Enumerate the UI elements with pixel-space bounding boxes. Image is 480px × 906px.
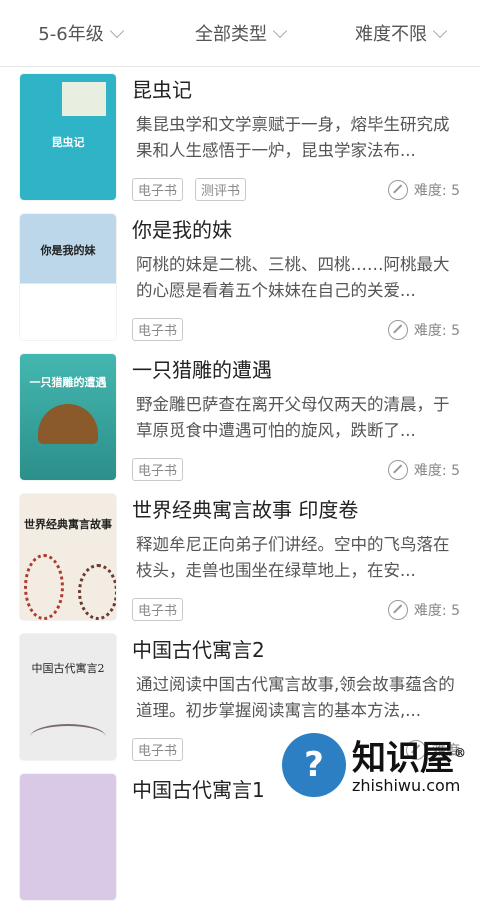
chevron-down-icon (109, 23, 124, 38)
book-cover (20, 774, 116, 900)
book-title: 昆虫记 (132, 78, 192, 102)
book-desc: 释迦牟尼正向弟子们讲经。空中的飞鸟落在枝头，走兽也围坐在绿草地上，在安... (136, 535, 450, 580)
type-filter-label: 全部类型 (195, 24, 267, 45)
type-filter[interactable]: 全部类型 (160, 0, 320, 66)
chevron-down-icon (432, 23, 448, 38)
book-title: 你是我的妹 (132, 218, 232, 242)
book-cover: 世界经典寓言故事 (20, 494, 116, 620)
difficulty-label: 难度: 5 (413, 183, 460, 199)
difficulty: 难度: 5 (387, 320, 460, 340)
difficulty-filter[interactable]: 难度不限 (320, 0, 480, 66)
difficulty-icon (387, 180, 408, 200)
difficulty-filter-label: 难度不限 (355, 24, 427, 45)
question-icon: ? (282, 733, 346, 797)
filter-bar: 5-6年级 全部类型 难度不限 (0, 0, 480, 67)
watermark-en: zhishiwu.com (352, 776, 461, 796)
book-desc: 通过阅读中国古代寓言故事,领会故事蕴含的道理。初步掌握阅读寓言的基本方法,... (136, 675, 455, 720)
difficulty: 难度: 5 (387, 180, 460, 200)
difficulty: 难度: 5 (387, 600, 460, 620)
book-desc: 野金雕巴萨查在离开父母仅两天的清晨，于草原觅食中遭遇可怕的旋风，跌断了... (136, 395, 450, 440)
book-cover: 中国古代寓言2 (20, 634, 116, 760)
tag-list: 电子书 (132, 458, 184, 481)
cover-title: 你是我的妹 (40, 244, 96, 257)
difficulty-icon (387, 600, 408, 620)
book-desc: 阿桃的妹是二桃、三桃、四桃……阿桃最大的心愿是看着五个妹妹在自己的关爱... (136, 255, 450, 300)
book-cover: 昆虫记 (20, 74, 116, 200)
book-item[interactable]: 世界经典寓言故事 世界经典寓言故事 印度卷 释迦牟尼正向弟子们讲经。空中的飞鸟落… (0, 486, 480, 626)
book-item[interactable]: 一只猎雕的遭遇 一只猎雕的遭遇 野金雕巴萨查在离开父母仅两天的清晨，于草原觅食中… (0, 346, 480, 486)
chevron-down-icon (272, 23, 288, 38)
cover-title: 中国古代寓言2 (31, 662, 105, 675)
book-title: 一只猎雕的遭遇 (132, 358, 272, 382)
difficulty-icon (387, 320, 408, 340)
tag-assessment: 测评书 (195, 178, 247, 201)
tag-ebook: 电子书 (132, 738, 184, 761)
tag-list: 电子书 测评书 (132, 178, 247, 201)
difficulty-label: 难度: 5 (413, 463, 460, 479)
tag-list: 电子书 (132, 318, 184, 341)
book-item[interactable]: 你是我的妹 你是我的妹 阿桃的妹是二桃、三桃、四桃……阿桃最大的心愿是看着五个妹… (0, 206, 480, 346)
watermark-text: 知识屋® zhishiwu.com (352, 735, 466, 795)
registered-mark: ® (454, 745, 466, 760)
tag-ebook: 电子书 (132, 318, 184, 341)
grade-filter[interactable]: 5-6年级 (0, 0, 160, 66)
grade-filter-label: 5-6年级 (38, 24, 104, 45)
book-desc: 集昆虫学和文学禀赋于一身，熔毕生研究成果和人生感悟于一炉，昆虫学家法布... (136, 115, 450, 160)
cover-title: 世界经典寓言故事 (24, 518, 112, 531)
watermark: ? 知识屋® zhishiwu.com (282, 730, 480, 800)
book-item[interactable]: 昆虫记 昆虫记 集昆虫学和文学禀赋于一身，熔毕生研究成果和人生感悟于一炉，昆虫学… (0, 66, 480, 206)
book-title: 中国古代寓言2 (132, 638, 265, 662)
watermark-cn: 知识屋 (352, 738, 454, 779)
difficulty-label: 难度: 5 (413, 603, 460, 619)
tag-ebook: 电子书 (132, 598, 184, 621)
cover-title: 昆虫记 (51, 136, 85, 149)
book-cover: 一只猎雕的遭遇 (20, 354, 116, 480)
cover-title: 一只猎雕的遭遇 (29, 376, 107, 389)
difficulty: 难度: 5 (387, 460, 460, 480)
book-title: 世界经典寓言故事 印度卷 (132, 498, 359, 522)
book-title: 中国古代寓言1 (132, 778, 265, 802)
difficulty-label: 难度: 5 (413, 323, 460, 339)
tag-ebook: 电子书 (132, 178, 184, 201)
tag-ebook: 电子书 (132, 458, 184, 481)
book-cover: 你是我的妹 (20, 214, 116, 340)
difficulty-icon (387, 460, 408, 480)
tag-list: 电子书 (132, 738, 184, 761)
tag-list: 电子书 (132, 598, 184, 621)
